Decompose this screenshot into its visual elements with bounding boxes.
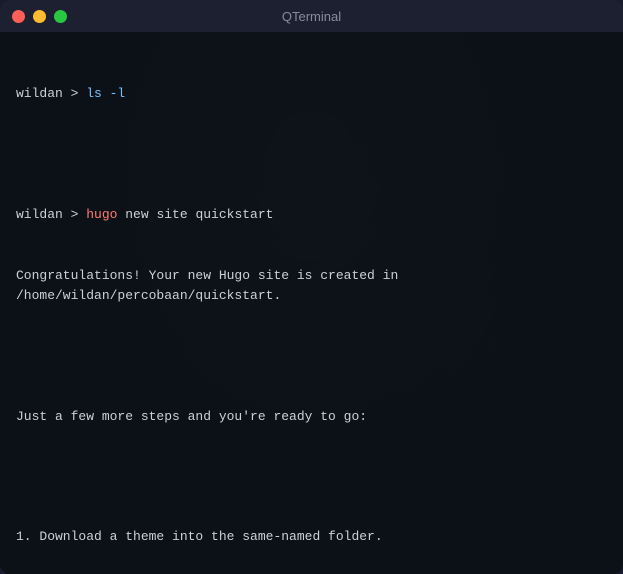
terminal-window: QTerminal wildan > ls -l wildan > hugo n…: [0, 0, 623, 574]
maximize-button[interactable]: [54, 10, 67, 23]
terminal-content: wildan > ls -l wildan > hugo new site qu…: [16, 44, 607, 574]
line-hugo-cmd: wildan > hugo new site quickstart: [16, 205, 607, 225]
terminal-body[interactable]: wildan > ls -l wildan > hugo new site qu…: [0, 32, 623, 574]
line-steps-intro: Just a few more steps and you're ready t…: [16, 407, 607, 427]
window-title: QTerminal: [282, 9, 341, 24]
titlebar: QTerminal: [0, 0, 623, 32]
line-congrats: Congratulations! Your new Hugo site is c…: [16, 266, 607, 306]
line-ls: wildan > ls -l: [16, 84, 607, 104]
line-blank-2: [16, 346, 607, 366]
line-blank-1: [16, 145, 607, 165]
line-blank-3: [16, 467, 607, 487]
traffic-lights: [12, 10, 67, 23]
close-button[interactable]: [12, 10, 25, 23]
minimize-button[interactable]: [33, 10, 46, 23]
line-step1: 1. Download a theme into the same-named …: [16, 527, 607, 547]
